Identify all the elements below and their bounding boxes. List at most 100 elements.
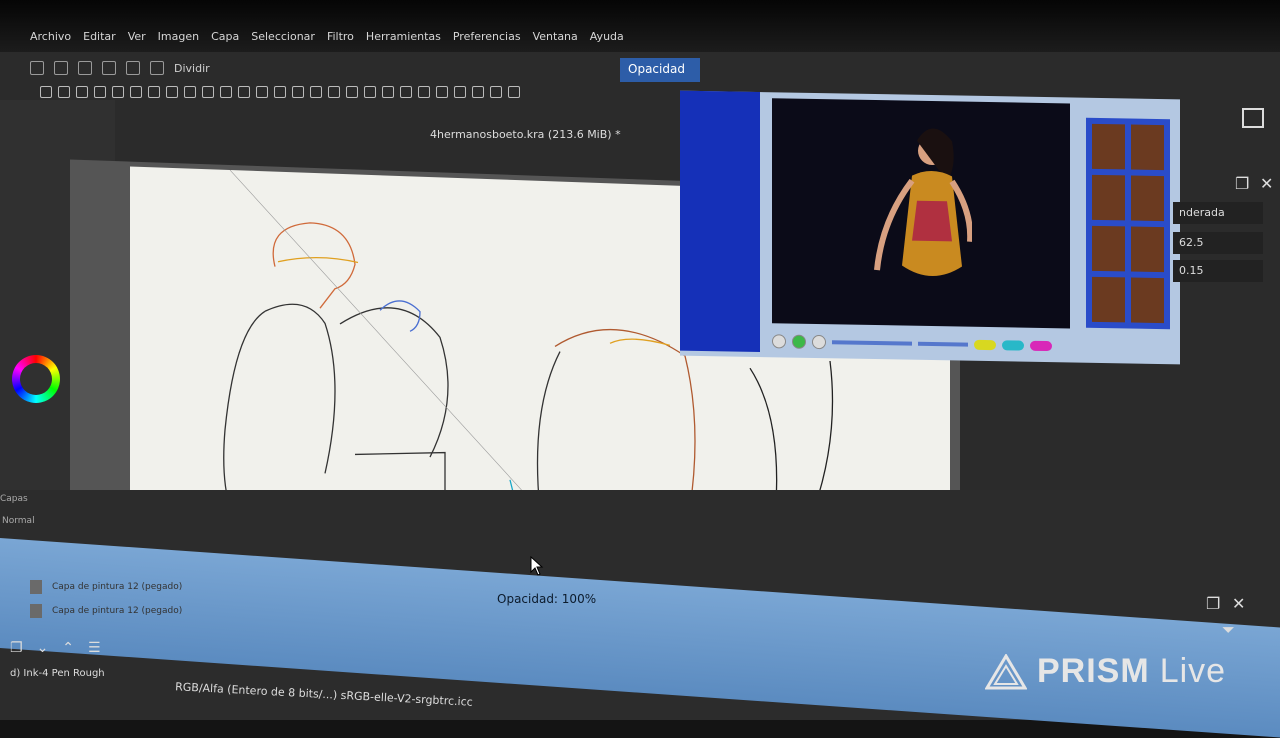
move-down-icon[interactable]: ⌄ [37, 640, 49, 656]
seek-slider[interactable] [832, 340, 912, 346]
layers-title: Capas [0, 494, 28, 504]
gallery-thumb[interactable] [1092, 276, 1125, 323]
menu-filtro[interactable]: Filtro [327, 30, 354, 52]
layer-row[interactable]: Capa de pintura 12 (pegado) [30, 580, 182, 594]
gallery-thumb[interactable] [1092, 123, 1125, 170]
rectangle-tool-icon[interactable] [130, 86, 142, 98]
polyline-tool-icon[interactable] [184, 86, 196, 98]
active-brush-name[interactable]: d) Ink-4 Pen Rough [10, 668, 105, 679]
menu-seleccionar[interactable]: Seleccionar [251, 30, 315, 52]
new-document-icon[interactable] [30, 61, 44, 75]
opacity-slider-top[interactable]: Opacidad [620, 58, 700, 82]
smart-patch-icon[interactable] [328, 86, 340, 98]
calligraphy-tool-icon[interactable] [76, 86, 88, 98]
volume-slider[interactable] [918, 341, 968, 347]
assistant-tool-icon[interactable] [364, 86, 376, 98]
ellipse-select-icon[interactable] [436, 86, 448, 98]
pattern-icon[interactable] [126, 61, 140, 75]
brush-presets-icon[interactable] [150, 61, 164, 75]
open-folder-icon[interactable] [54, 61, 68, 75]
menu-imagen[interactable]: Imagen [158, 30, 199, 52]
video-sidebar [680, 90, 760, 353]
layer-opacity-value[interactable]: Opacidad: 100% [497, 592, 596, 606]
menu-ayuda[interactable]: Ayuda [590, 30, 624, 52]
stop-icon[interactable] [812, 334, 826, 350]
menu-bar: Archivo Editar Ver Imagen Capa Seleccion… [30, 30, 624, 52]
effect-button-pink[interactable] [1030, 340, 1052, 352]
document-title: 4hermanosboeto.kra (213.6 MiB) * [430, 128, 621, 141]
mouse-cursor-icon [530, 556, 544, 576]
gradient-tool-icon[interactable] [292, 86, 304, 98]
line-tool-icon[interactable] [112, 86, 124, 98]
menu-ventana[interactable]: Ventana [533, 30, 578, 52]
save-icon[interactable] [78, 61, 92, 75]
bezier-tool-icon[interactable] [202, 86, 214, 98]
menu-editar[interactable]: Editar [83, 30, 116, 52]
gallery-thumb[interactable] [1131, 175, 1164, 222]
layer-name[interactable]: Capa de pintura 12 (pegado) [52, 606, 182, 616]
select-tool-icon[interactable] [40, 86, 52, 98]
close-layers-icon[interactable]: ✕ [1232, 594, 1245, 613]
close-panel-icon[interactable]: ✕ [1260, 174, 1273, 193]
play-icon[interactable] [792, 334, 806, 349]
transform-tool-icon[interactable] [238, 86, 250, 98]
performer-image [874, 128, 972, 276]
rewind-icon[interactable] [772, 334, 786, 349]
contiguous-select-icon[interactable] [490, 86, 502, 98]
size-field[interactable]: 62.5 [1173, 232, 1263, 254]
tool-options-bar [40, 82, 700, 102]
video-frame[interactable] [772, 98, 1070, 329]
layer-row[interactable]: Capa de pintura 12 (pegado) [30, 604, 182, 618]
brush-tool-icon[interactable] [94, 86, 106, 98]
video-controls [772, 330, 1172, 359]
effect-button-yellow[interactable] [974, 339, 996, 351]
layer-thumbnail [30, 580, 42, 594]
gallery-thumb[interactable] [1092, 225, 1125, 272]
layer-actions: ❐ ⌄ ⌃ ☰ [10, 640, 101, 656]
fill-tool-icon[interactable] [346, 86, 358, 98]
polygon-tool-icon[interactable] [166, 86, 178, 98]
panel-layout-icon[interactable] [1242, 108, 1264, 128]
freehand-select-icon[interactable] [472, 86, 484, 98]
menu-herramientas[interactable]: Herramientas [366, 30, 441, 52]
rect-select-icon[interactable] [418, 86, 430, 98]
video-player-window[interactable] [680, 90, 1180, 365]
menu-archivo[interactable]: Archivo [30, 30, 71, 52]
color-picker-icon[interactable] [310, 86, 322, 98]
gradient-icon[interactable] [102, 61, 116, 75]
ellipse-tool-icon[interactable] [148, 86, 160, 98]
wrap-label[interactable]: Dividir [174, 62, 210, 75]
menu-ver[interactable]: Ver [128, 30, 146, 52]
float-panel-icon[interactable]: ❐ [1235, 174, 1249, 193]
layer-name[interactable]: Capa de pintura 12 (pegado) [52, 582, 182, 592]
menu-capa[interactable]: Capa [211, 30, 239, 52]
polygon-select-icon[interactable] [454, 86, 466, 98]
thumbnail-gallery [1086, 117, 1170, 330]
prism-brand: PRISM [1037, 652, 1150, 690]
gallery-thumb[interactable] [1131, 124, 1164, 171]
menu-preferencias[interactable]: Preferencias [453, 30, 521, 52]
float-layers-icon[interactable]: ❐ [1206, 594, 1220, 613]
measure-tool-icon[interactable] [382, 86, 394, 98]
flow-field[interactable]: 0.15 [1173, 260, 1263, 282]
gallery-thumb[interactable] [1092, 174, 1125, 221]
layer-menu-icon[interactable]: ☰ [88, 640, 101, 656]
move-tool-icon[interactable] [256, 86, 268, 98]
reference-tool-icon[interactable] [400, 86, 412, 98]
freehand-path-icon[interactable] [220, 86, 232, 98]
layer-blend-mode[interactable]: Normal [2, 516, 35, 526]
layer-opacity-bar[interactable] [0, 538, 1280, 738]
similar-select-icon[interactable] [508, 86, 520, 98]
duplicate-layer-icon[interactable]: ❐ [10, 640, 23, 656]
main-toolbar: Dividir [30, 56, 690, 80]
crop-tool-icon[interactable] [274, 86, 286, 98]
gallery-thumb[interactable] [1131, 277, 1164, 324]
effect-button-cyan[interactable] [1002, 340, 1024, 351]
filter-icon[interactable]: ⏷ [1222, 620, 1235, 640]
move-up-icon[interactable]: ⌃ [62, 640, 74, 656]
text-tool-icon[interactable] [58, 86, 70, 98]
blend-mode-select[interactable]: nderada [1173, 202, 1263, 224]
gallery-thumb[interactable] [1131, 226, 1164, 273]
prism-live-watermark: PRISM Live [985, 652, 1226, 691]
color-wheel-icon[interactable] [12, 355, 60, 403]
